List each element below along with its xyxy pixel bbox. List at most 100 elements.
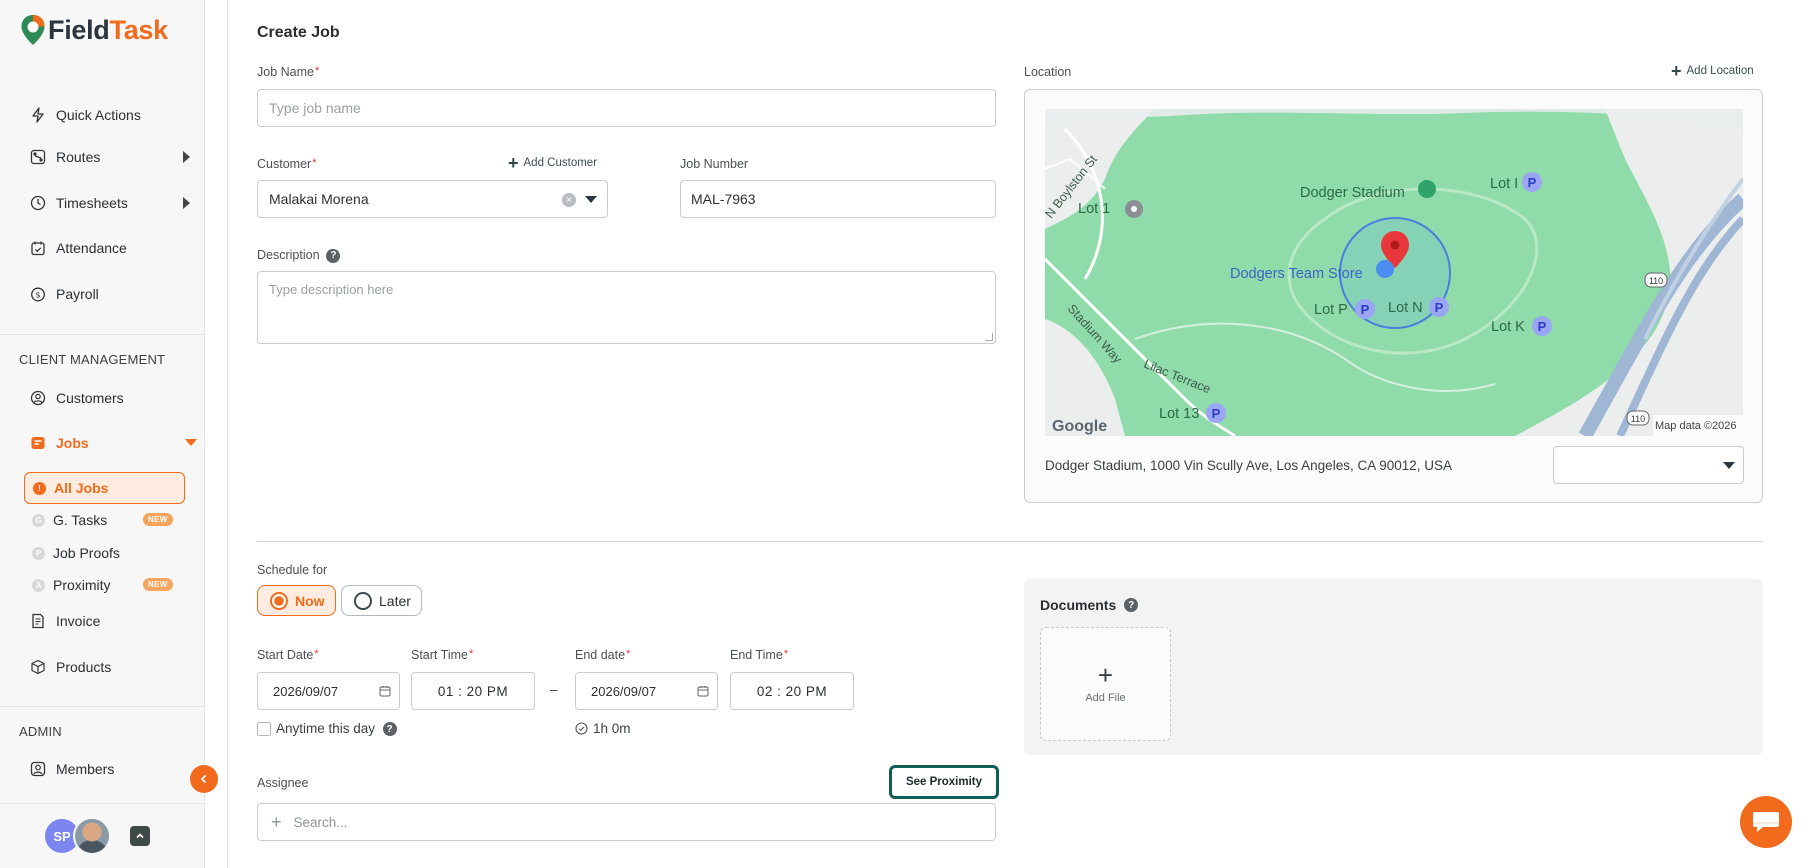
sidebar-subitem-g-tasks[interactable]: G G. Tasks NEW: [24, 504, 185, 536]
sidebar-item-jobs[interactable]: Jobs: [30, 431, 197, 455]
highway-shield: 110: [1649, 276, 1663, 286]
add-customer-link[interactable]: + Add Customer: [508, 153, 597, 173]
job-number-input[interactable]: MAL-7963: [680, 180, 996, 218]
sidebar-item-label: Members: [56, 761, 115, 777]
sub-bullet-icon: A: [32, 578, 45, 592]
description-label: Description ?: [257, 248, 341, 263]
map-canvas[interactable]: PP PPP Dodger Stadium Dodgers Team Store …: [1045, 109, 1743, 436]
sidebar: FieldTask Quick Actions Routes Timesheet…: [0, 0, 205, 868]
sidebar-item-quick-actions[interactable]: Quick Actions: [30, 103, 190, 127]
sidebar-item-customers[interactable]: Customers: [30, 386, 190, 410]
sidebar-item-label: Job Proofs: [53, 545, 120, 561]
start-date-value: 2026/09/07: [273, 683, 339, 699]
collapse-sidebar-button[interactable]: [190, 765, 218, 793]
sidebar-item-routes[interactable]: Routes: [30, 145, 190, 169]
help-icon[interactable]: ?: [382, 722, 397, 737]
duration-display: 1h 0m: [575, 721, 631, 736]
jobs-icon: [31, 437, 45, 449]
help-icon[interactable]: ?: [326, 248, 341, 263]
documents-heading: Documents?: [1040, 597, 1139, 613]
sidebar-item-label: Proximity: [53, 577, 111, 593]
add-location-link[interactable]: + Add Location: [1671, 62, 1754, 80]
description-textarea[interactable]: Type description here: [257, 271, 996, 344]
user-circle-icon: [30, 390, 46, 406]
add-file-button[interactable]: + Add File: [1040, 627, 1171, 741]
end-time-input[interactable]: 02 : 20 PM: [730, 672, 854, 710]
schedule-now-radio[interactable]: Now: [257, 585, 336, 616]
payroll-icon: $: [31, 287, 45, 302]
clock-icon: [30, 195, 46, 211]
svg-text:P: P: [1538, 319, 1547, 334]
chat-button[interactable]: [1740, 796, 1792, 848]
assignee-search-input[interactable]: + Search...: [257, 803, 996, 841]
clock-check-icon: [575, 722, 588, 735]
map-label-store: Dodgers Team Store: [1230, 266, 1363, 282]
resize-handle[interactable]: [985, 333, 993, 341]
plus-icon: +: [508, 153, 519, 173]
plus-icon: +: [271, 811, 282, 832]
start-date-input[interactable]: 2026/09/07: [257, 672, 400, 710]
location-label: Location: [1024, 65, 1072, 79]
chevron-down-icon[interactable]: [585, 196, 597, 203]
location-map[interactable]: PPPPP Dodger Stadium Dodgers Team Store …: [1045, 109, 1743, 436]
sidebar-item-members[interactable]: Members: [30, 757, 190, 781]
chevron-down-icon[interactable]: [1723, 462, 1735, 469]
add-file-label: Add File: [1085, 692, 1126, 704]
schedule-label: Schedule for: [257, 563, 328, 577]
location-address: Dodger Stadium, 1000 Vin Scully Ave, Los…: [1045, 458, 1453, 473]
customer-select[interactable]: Malakai Morena ×: [257, 180, 608, 218]
sidebar-divider: [0, 334, 205, 335]
see-proximity-button[interactable]: See Proximity: [889, 765, 999, 799]
sidebar-item-label: All Jobs: [54, 480, 109, 496]
start-date-label: Start Date*: [257, 648, 319, 662]
location-select[interactable]: [1553, 446, 1744, 484]
sidebar-divider: [0, 706, 205, 707]
sidebar-item-attendance[interactable]: Attendance: [30, 236, 190, 260]
expand-up-icon[interactable]: [130, 826, 150, 846]
sidebar-item-timesheets[interactable]: Timesheets: [30, 191, 190, 215]
sub-bullet-icon: !: [33, 481, 46, 495]
map-label-lot-k: Lot K: [1491, 319, 1525, 335]
calendar-icon[interactable]: [379, 685, 391, 697]
job-number-label: Job Number: [680, 157, 749, 171]
map-label-lot-p: Lot P: [1314, 302, 1348, 318]
main-left-border: [227, 0, 228, 868]
sidebar-subitem-job-proofs[interactable]: P Job Proofs: [24, 537, 185, 569]
sidebar-item-label: Customers: [56, 390, 124, 406]
calendar-icon[interactable]: [697, 685, 709, 697]
brand-name: FieldTask: [48, 14, 168, 45]
plus-icon: +: [1097, 660, 1114, 690]
sidebar-item-payroll[interactable]: $ Payroll: [30, 282, 190, 306]
map-label-lot-n: Lot N: [1388, 300, 1423, 316]
end-date-input[interactable]: 2026/09/07: [575, 672, 718, 710]
sidebar-item-label: Invoice: [56, 613, 101, 629]
sidebar-item-label: Timesheets: [56, 195, 128, 211]
page-title: Create Job: [257, 24, 340, 41]
end-date-label: End date*: [575, 648, 631, 662]
anytime-label: Anytime this day ?: [276, 721, 397, 737]
sidebar-subitem-proximity[interactable]: A Proximity NEW: [24, 569, 185, 601]
sidebar-item-label: Attendance: [56, 240, 127, 256]
user-avatars[interactable]: SP: [43, 817, 111, 855]
sidebar-item-label: Payroll: [56, 286, 99, 302]
description-placeholder: Type description here: [269, 282, 394, 297]
radio-label: Later: [379, 592, 411, 609]
start-time-input[interactable]: 01 : 20 PM: [411, 672, 535, 710]
anytime-checkbox[interactable]: [257, 722, 271, 736]
help-icon[interactable]: ?: [1124, 598, 1139, 612]
sidebar-subitem-all-jobs[interactable]: ! All Jobs: [24, 472, 185, 504]
avatar-photo[interactable]: [73, 817, 111, 855]
sidebar-item-label: G. Tasks: [53, 512, 108, 528]
sidebar-item-invoice[interactable]: Invoice: [30, 609, 190, 633]
svg-text:P: P: [1361, 302, 1370, 317]
svg-text:P: P: [1528, 175, 1537, 190]
sidebar-item-products[interactable]: Products: [30, 655, 190, 679]
map-label-lot-1: Lot 1: [1078, 201, 1110, 217]
schedule-later-radio[interactable]: Later: [341, 585, 422, 616]
job-name-input[interactable]: Type job name: [257, 89, 996, 127]
brand-logo[interactable]: FieldTask: [20, 14, 168, 46]
map-label-lot-13: Lot 13: [1159, 406, 1199, 422]
start-time-label: Start Time*: [411, 648, 474, 662]
new-badge: NEW: [143, 513, 173, 526]
clear-icon[interactable]: ×: [562, 193, 576, 207]
